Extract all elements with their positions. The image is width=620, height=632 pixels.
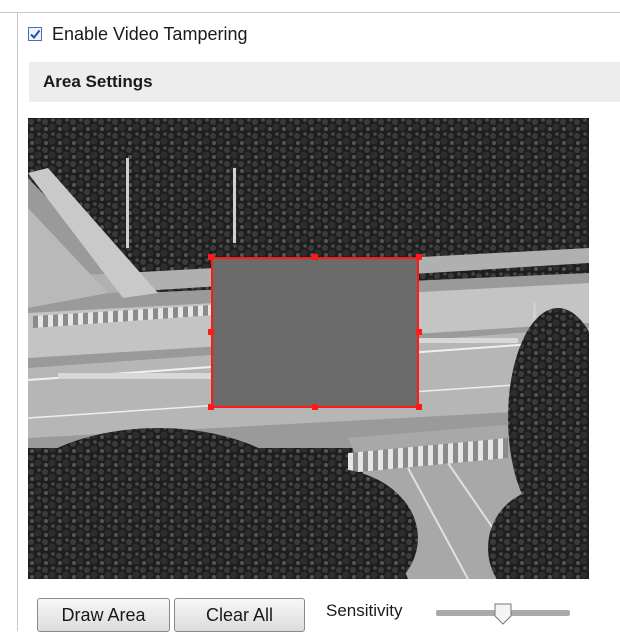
enable-video-tampering-label: Enable Video Tampering [52,23,248,44]
checkmark-icon [30,29,41,40]
panel-border-left [17,12,18,631]
sensitivity-slider-thumb[interactable] [494,603,512,625]
area-settings-header: Area Settings [29,62,620,102]
camera-scene [28,118,589,579]
panel-border-top [0,12,620,13]
draw-area-button[interactable]: Draw Area [37,598,170,632]
video-preview[interactable] [28,118,589,579]
clear-all-button[interactable]: Clear All [174,598,305,632]
area-settings-title: Area Settings [43,72,153,91]
sensitivity-label: Sensitivity [326,601,403,620]
enable-video-tampering-row[interactable]: Enable Video Tampering [28,22,247,46]
enable-video-tampering-checkbox[interactable] [28,27,42,41]
tamper-mask-area[interactable] [211,257,419,408]
